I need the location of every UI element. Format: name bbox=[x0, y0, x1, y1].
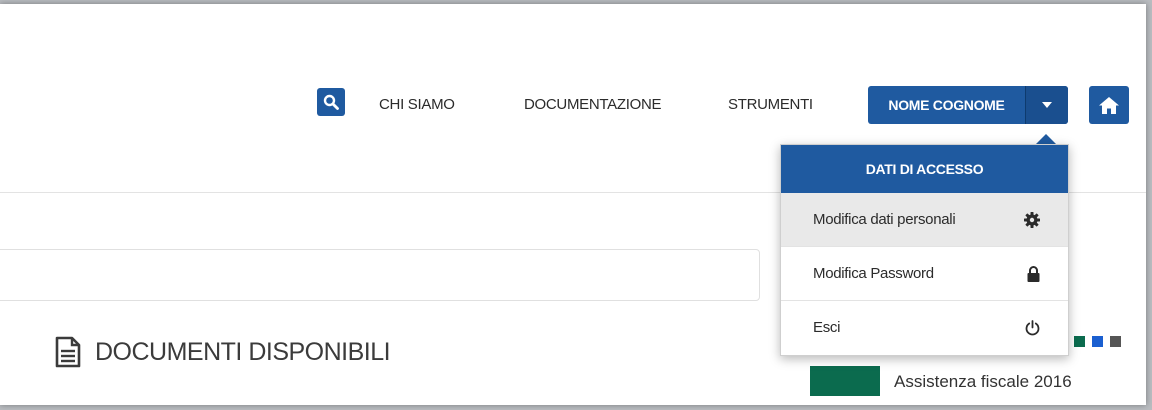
nav-documentazione[interactable]: DOCUMENTAZIONE bbox=[524, 96, 661, 113]
caret-down-icon bbox=[1042, 102, 1052, 108]
legend-swatch-blue bbox=[1092, 336, 1103, 347]
documents-section-title: DOCUMENTI DISPONIBILI bbox=[55, 336, 391, 368]
search-button[interactable] bbox=[317, 88, 345, 116]
menu-item-modifica-password[interactable]: Modifica Password bbox=[781, 246, 1068, 300]
document-icon bbox=[55, 336, 81, 368]
user-menu-button[interactable]: NOME COGNOME bbox=[868, 86, 1068, 124]
user-menu-toggle[interactable] bbox=[1025, 86, 1068, 124]
dropdown-title: DATI DI ACCESSO bbox=[781, 145, 1068, 193]
legend-swatch-gray bbox=[1110, 336, 1121, 347]
document-item-thumbnail[interactable] bbox=[810, 366, 880, 396]
menu-item-esci[interactable]: Esci bbox=[781, 300, 1068, 354]
nav-chi-siamo[interactable]: CHI SIAMO bbox=[379, 96, 455, 113]
home-icon bbox=[1099, 96, 1119, 114]
document-item-label[interactable]: Assistenza fiscale 2016 bbox=[894, 372, 1072, 392]
nav-strumenti[interactable]: STRUMENTI bbox=[728, 96, 813, 113]
user-name: NOME COGNOME bbox=[888, 97, 1005, 113]
power-icon bbox=[1025, 319, 1040, 335]
page-title: DOCUMENTI DISPONIBILI bbox=[95, 337, 391, 366]
search-input[interactable] bbox=[0, 249, 760, 301]
dropdown-pointer bbox=[1036, 134, 1056, 144]
gear-icon bbox=[1024, 211, 1040, 228]
legend-swatch-green bbox=[1074, 336, 1085, 347]
search-icon bbox=[323, 94, 339, 110]
menu-item-label: Esci bbox=[813, 319, 841, 336]
menu-item-label: Modifica Password bbox=[813, 265, 934, 282]
menu-item-label: Modifica dati personali bbox=[813, 211, 956, 228]
home-button[interactable] bbox=[1089, 86, 1129, 124]
menu-item-modifica-dati[interactable]: Modifica dati personali bbox=[781, 193, 1068, 246]
user-dropdown-menu: DATI DI ACCESSO Modifica dati personali … bbox=[780, 144, 1069, 356]
app-window: CHI SIAMO DOCUMENTAZIONE STRUMENTI NOME … bbox=[0, 4, 1146, 405]
lock-icon bbox=[1027, 265, 1040, 282]
